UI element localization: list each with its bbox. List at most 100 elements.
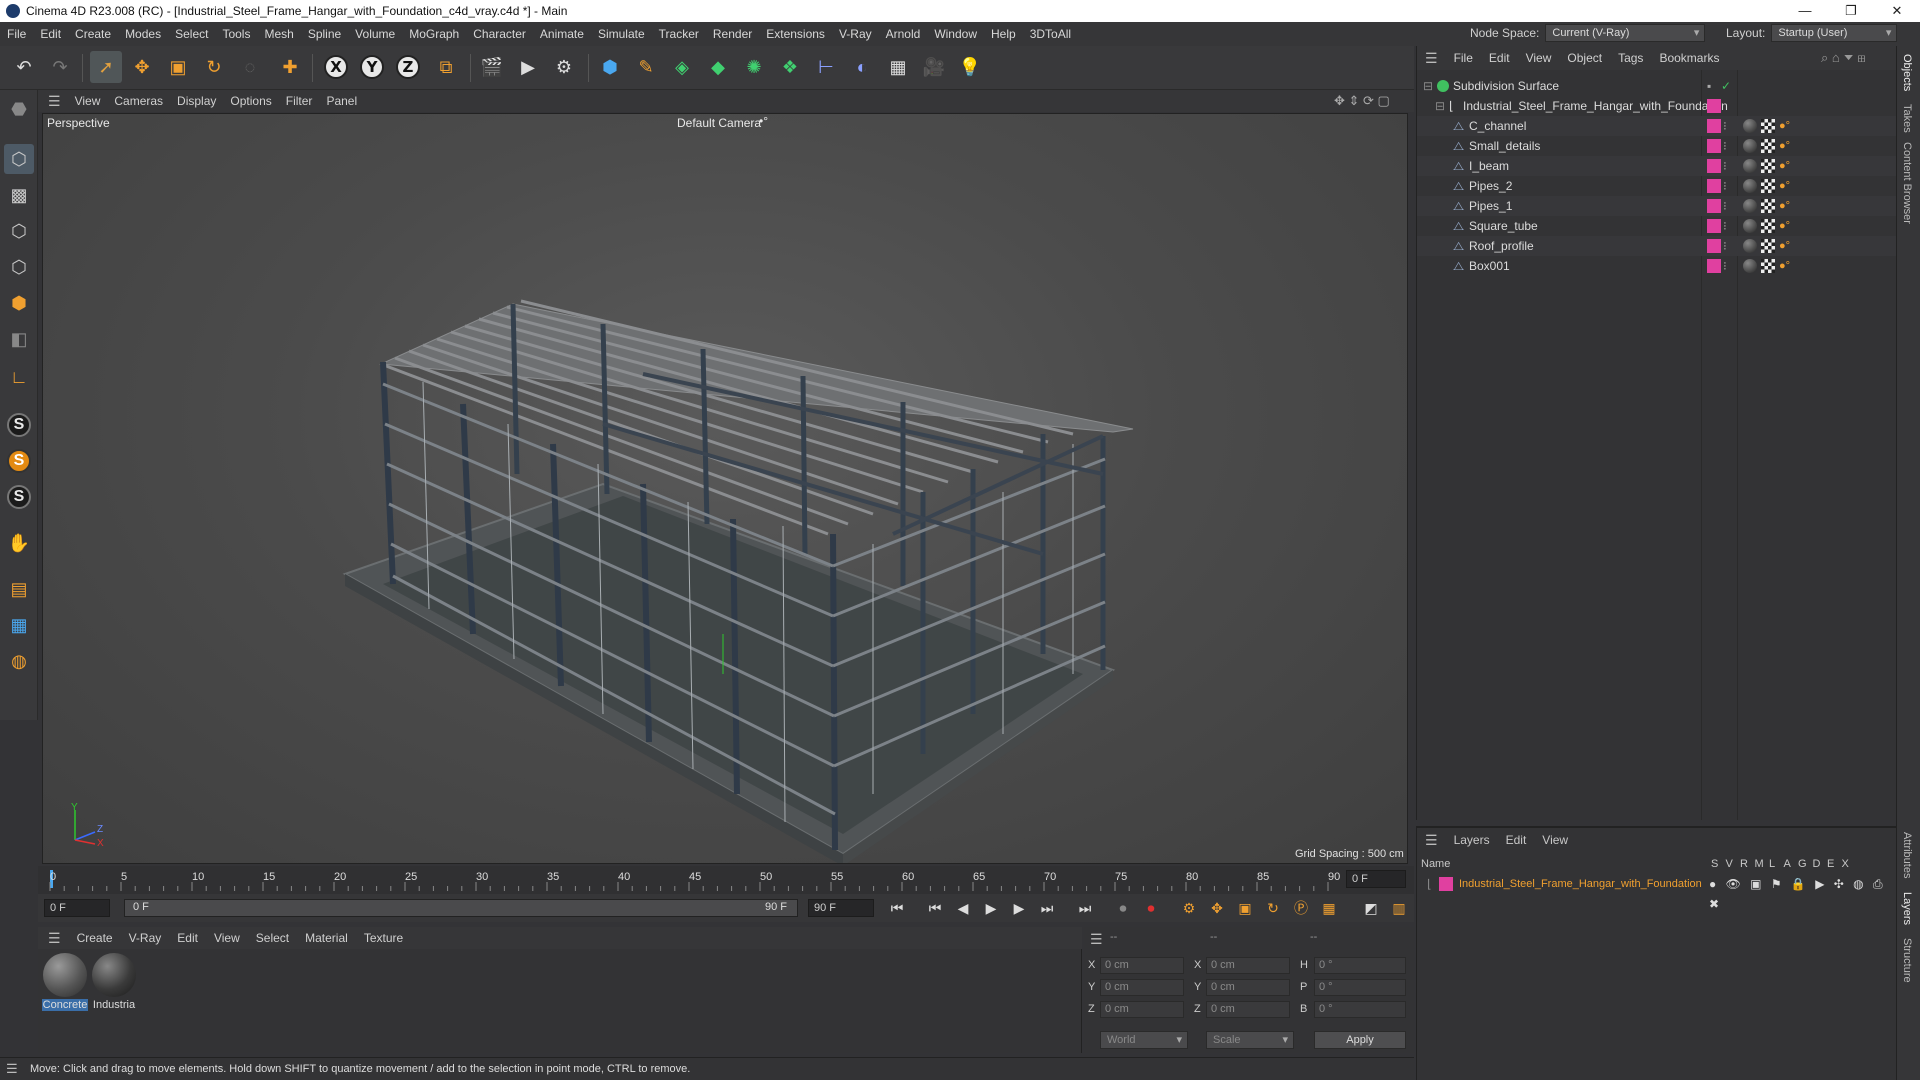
current-frame-field[interactable]: 0 F (1346, 870, 1406, 888)
layer-color-tag[interactable] (1707, 99, 1721, 113)
layer-color-tag[interactable] (1707, 239, 1721, 253)
previous-frame-icon[interactable]: ◀ (952, 898, 974, 918)
z-axis-lock-button[interactable]: Z (392, 51, 424, 83)
scale-key-icon[interactable]: ▣ (1234, 898, 1256, 918)
material-menu-edit[interactable]: Edit (169, 931, 206, 945)
uv-mode-icon[interactable]: ◧ (4, 324, 34, 354)
vray-tag-icon[interactable]: ●° (1779, 236, 1790, 256)
tab-content-browser[interactable]: Content Browser (1901, 142, 1913, 224)
rot-h-field[interactable]: 0 ° (1314, 957, 1406, 974)
deformer-icon[interactable]: ⊢ (810, 51, 842, 83)
selection-tool-icon[interactable]: ➚ (90, 51, 122, 83)
keyframe-selection-icon[interactable]: ⚙ (1178, 898, 1200, 918)
layer-color-tag[interactable] (1707, 179, 1721, 193)
material-concrete-thumbnail[interactable] (43, 953, 87, 997)
maximize-button[interactable]: ❐ (1828, 0, 1874, 22)
material-menu-material[interactable]: Material (297, 931, 356, 945)
light-icon[interactable]: 💡 (954, 51, 986, 83)
world-coordinate-icon[interactable]: ⧉ (430, 51, 462, 83)
pos-z-field[interactable]: 0 cm (1100, 1001, 1184, 1018)
object-hamburger-icon[interactable]: ☰ (1417, 50, 1446, 67)
object-menu-file[interactable]: File (1446, 51, 1481, 65)
extrude-icon[interactable]: ◆ (702, 51, 734, 83)
visibility-dots-icon[interactable]: ⁝ (1723, 116, 1727, 136)
tab-layers[interactable]: Layers (1901, 892, 1913, 925)
rotation-key-icon[interactable]: ↻ (1262, 898, 1284, 918)
timeline-layout-icon[interactable]: ▥ (1388, 898, 1410, 918)
texture-tag-icon[interactable] (1761, 199, 1775, 213)
vray-tag-icon[interactable]: ●° (1779, 156, 1790, 176)
menu-render[interactable]: Render (706, 27, 759, 41)
visibility-dots-icon[interactable]: ⁝ (1723, 236, 1727, 256)
object-row[interactable]: ⧍ Square_tube ⁝ ●° (1417, 216, 1897, 236)
edges-mode-icon[interactable]: ⬡ (4, 252, 34, 282)
material-menu-texture[interactable]: Texture (356, 931, 411, 945)
material-menu-select[interactable]: Select (248, 931, 297, 945)
object-row[interactable]: ⧍ Small_details ⁝ ●° (1417, 136, 1897, 156)
move-tool-icon[interactable]: ✥ (126, 51, 158, 83)
viewport-menu-cameras[interactable]: Cameras (107, 94, 170, 108)
layer-menu-view[interactable]: View (1534, 833, 1576, 847)
field-icon[interactable]: ◐ (846, 51, 878, 83)
floor-icon[interactable]: ▦ (882, 51, 914, 83)
layer-flag-header[interactable]: R (1740, 858, 1748, 870)
size-x-field[interactable]: 0 cm (1206, 957, 1290, 974)
material-tag-icon[interactable] (1743, 119, 1757, 133)
scheme-icon[interactable]: ◩ (1360, 898, 1382, 918)
redo-icon[interactable]: ↷ (44, 51, 76, 83)
menu-tools[interactable]: Tools (215, 27, 257, 41)
go-to-start-icon[interactable]: ⏮ (886, 898, 908, 918)
size-z-field[interactable]: 0 cm (1206, 1001, 1290, 1018)
coordinate-mode-dropdown[interactable]: Scale (1206, 1031, 1294, 1049)
object-menu-edit[interactable]: Edit (1481, 51, 1518, 65)
tab-structure[interactable]: Structure (1901, 938, 1913, 983)
object-menu-tags[interactable]: Tags (1610, 51, 1651, 65)
menu-character[interactable]: Character (466, 27, 533, 41)
viewport-hamburger-icon[interactable]: ☰ (38, 93, 68, 110)
live-selection-icon[interactable]: ◌ (234, 51, 266, 83)
cloner-icon[interactable]: ✺ (738, 51, 770, 83)
layer-flag-header[interactable]: V (1726, 858, 1733, 870)
layer-hamburger-icon[interactable]: ☰ (1417, 832, 1446, 849)
subdivision-surface-icon[interactable]: ◈ (666, 51, 698, 83)
material-menu-create[interactable]: Create (69, 931, 121, 945)
vray-tag-icon[interactable]: ●° (1779, 216, 1790, 236)
coordinates-hamburger-icon[interactable]: ☰ (1090, 931, 1103, 948)
size-y-field[interactable]: 0 cm (1206, 979, 1290, 996)
texture-tag-icon[interactable] (1761, 259, 1775, 273)
layer-menu-layers[interactable]: Layers (1446, 833, 1498, 847)
visibility-dots-icon[interactable]: ▪ (1707, 76, 1711, 96)
texture-tag-icon[interactable] (1761, 119, 1775, 133)
pos-x-field[interactable]: 0 cm (1100, 957, 1184, 974)
viewport-menu-panel[interactable]: Panel (319, 94, 364, 108)
menu-window[interactable]: Window (927, 27, 984, 41)
pos-y-field[interactable]: 0 cm (1100, 979, 1184, 996)
tab-attributes[interactable]: Attributes (1901, 832, 1913, 878)
snap-settings-icon[interactable]: S (4, 482, 34, 512)
menu-select[interactable]: Select (168, 27, 215, 41)
material-tag-icon[interactable] (1743, 259, 1757, 273)
max-frame-field[interactable]: 90 F (808, 899, 874, 917)
menu-arnold[interactable]: Arnold (879, 27, 928, 41)
layer-color-tag[interactable] (1707, 159, 1721, 173)
vray-tag-icon[interactable]: ●° (1779, 176, 1790, 196)
perspective-viewport[interactable]: Perspective Default Camera •° Grid Spaci… (42, 113, 1408, 864)
pen-spline-icon[interactable]: ✎ (630, 51, 662, 83)
material-tag-icon[interactable] (1743, 219, 1757, 233)
menu-modes[interactable]: Modes (118, 27, 168, 41)
vray-tag-icon[interactable]: ●° (1779, 256, 1790, 276)
make-editable-icon[interactable]: ⬣ (4, 94, 34, 124)
menu-volume[interactable]: Volume (348, 27, 402, 41)
menu-file[interactable]: File (0, 27, 33, 41)
menu-vray[interactable]: V-Ray (832, 27, 879, 41)
material-tag-icon[interactable] (1743, 239, 1757, 253)
visibility-dots-icon[interactable]: ⁝ (1723, 196, 1727, 216)
parameter-key-icon[interactable]: Ⓟ (1290, 898, 1312, 918)
status-hamburger-icon[interactable]: ☰ (6, 1061, 18, 1077)
object-row-hangar-group[interactable]: ⊟ ⌊ Industrial_Steel_Frame_Hangar_with_F… (1417, 96, 1897, 116)
visibility-dots-icon[interactable]: ⁝ (1723, 216, 1727, 236)
coordinate-system-icon[interactable]: ✚ (274, 51, 306, 83)
menu-extensions[interactable]: Extensions (759, 27, 832, 41)
viewport-menu-display[interactable]: Display (170, 94, 223, 108)
viewport-camera-name[interactable]: Default Camera (677, 116, 761, 130)
